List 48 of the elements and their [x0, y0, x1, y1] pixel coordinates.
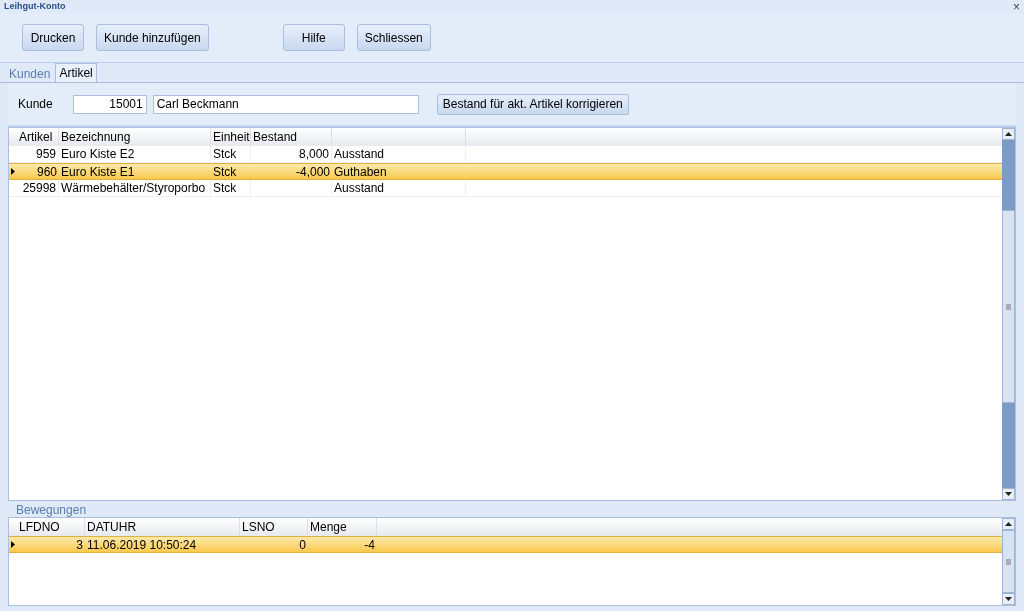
column-header[interactable]: Einheit	[211, 128, 251, 146]
table-cell: Stck	[211, 180, 251, 196]
table-cell: 25998	[17, 180, 59, 196]
column-header[interactable]: Bezeichnung	[59, 128, 211, 146]
table-row[interactable]: 25998 Wärmebehälter/Styroporbo Stck Ausstand	[9, 180, 1002, 197]
scrollbar[interactable]	[1002, 518, 1015, 605]
tab[interactable]: Artikel	[55, 63, 97, 82]
table-cell-text: 3	[75, 537, 84, 552]
table-cell: Stck	[211, 146, 251, 162]
table-cell-text: 11.06.2019 10:50:24	[86, 537, 198, 552]
customer-number-field[interactable]: 15001	[72, 94, 147, 114]
table-cell-text: 960	[35, 164, 58, 179]
table-cell-text: Stck	[212, 164, 238, 179]
window-title: Leihgut-Konto	[4, 2, 66, 11]
scrollbar[interactable]	[1002, 128, 1015, 500]
group-title: Bewegungen	[15, 503, 88, 517]
table-cell-text: Guthaben	[333, 164, 388, 179]
grip-icon[interactable]	[1006, 303, 1011, 310]
toolbar-button[interactable]: Schliessen	[356, 24, 431, 51]
toolbar-button[interactable]: Drucken	[22, 24, 84, 51]
scroll-down-icon[interactable]	[1005, 597, 1012, 601]
table-cell: 8,000	[251, 146, 332, 162]
scroll-up-icon[interactable]	[1005, 132, 1012, 136]
column-header[interactable]: Bestand	[251, 128, 332, 146]
customer-label: Kunde	[18, 96, 53, 113]
table-cell-text: 0	[298, 537, 307, 552]
toolbar-button[interactable]: Kunde hinzufügen	[96, 24, 209, 51]
correct-stock-button[interactable]: Bestand für akt. Artikel korrigieren	[436, 93, 629, 115]
customer-name-field[interactable]: Carl Beckmann	[152, 94, 419, 114]
column-header[interactable]: Artikel	[17, 128, 59, 146]
table-cell-text: -4,000	[294, 164, 331, 179]
toolbar-button[interactable]: Hilfe	[282, 24, 345, 51]
selected-row[interactable]: 960 Euro Kiste E1 Stck -4,000 Guthaben	[9, 163, 1002, 180]
scroll-down-icon[interactable]	[1005, 492, 1012, 496]
table-cell-text: -4	[363, 537, 376, 552]
table-cell: 959	[17, 146, 59, 162]
table-cell-text: Euro Kiste E1	[60, 164, 136, 179]
close-button[interactable]: ×	[1013, 0, 1020, 13]
table-cell: Euro Kiste E2	[59, 146, 211, 162]
row-pointer-icon	[11, 541, 15, 548]
tab[interactable]: Kunden	[6, 65, 54, 82]
table-cell: Wärmebehälter/Styroporbo	[59, 180, 211, 196]
grip-icon[interactable]	[1006, 558, 1011, 565]
selected-row[interactable]: 3 11.06.2019 10:50:24 0 -4	[9, 536, 1002, 553]
table-cell: Ausstand	[332, 180, 466, 196]
row-pointer-icon	[11, 168, 15, 175]
scroll-up-icon[interactable]	[1005, 522, 1012, 526]
table-cell: Ausstand	[332, 146, 466, 162]
